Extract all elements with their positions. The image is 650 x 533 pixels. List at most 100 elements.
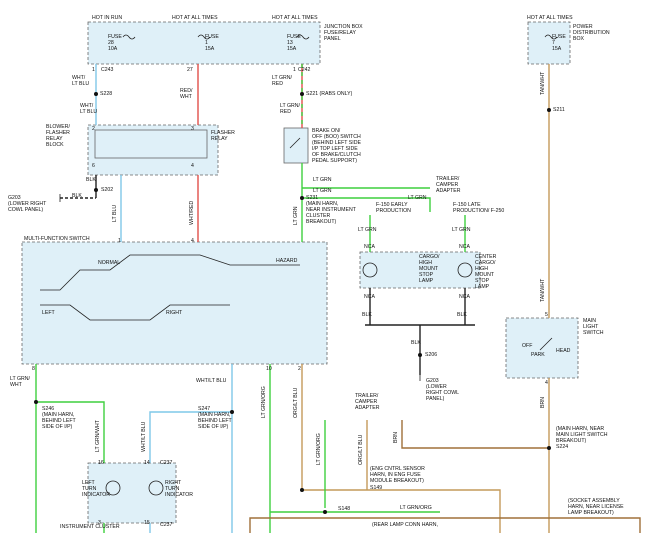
pin-1b-label: 1 xyxy=(293,67,296,73)
left-label: LEFT xyxy=(42,310,55,316)
wire-ltgrn-wht-label: LT GRN/ WHT xyxy=(10,376,30,388)
wire-ltgrn-org-v2-label: LT GRN/ORG xyxy=(316,433,322,465)
f150-early-label: F-150 EARLY PRODUCTION xyxy=(376,202,411,214)
rear-lamp-note: (REAR LAMP CONN HARN, xyxy=(372,522,438,528)
left-turn-label: LEFT TURN INDICATOR xyxy=(82,480,111,498)
fuse-13-label: FUSE 13 15A xyxy=(287,34,301,52)
boo-switch-label: BRAKE ON/ OFF (BOO) SWITCH (BEHIND LEFT … xyxy=(312,128,361,164)
s224-note: (MAIN HARN, NEAR MAIN LIGHT SWITCH BREAK… xyxy=(556,426,608,444)
park-label: PARK xyxy=(531,352,545,358)
wire-brn-v2-label: BRN xyxy=(393,432,399,443)
hot-all-times-label-1: HOT AT ALL TIMES xyxy=(172,15,218,21)
flasher-relay-label: FLASHER RELAY xyxy=(211,130,235,142)
fuse-28-label: FUSE 28 10A xyxy=(108,34,122,52)
splice-s149 xyxy=(300,488,304,492)
pin-2-label: 2 xyxy=(92,126,95,132)
s202-label: S202 xyxy=(101,187,114,193)
hazard-label: HAZARD xyxy=(276,258,298,264)
hot-all-times-label-2: HOT AT ALL TIMES xyxy=(272,15,318,21)
wire-wht-ltblu-v-label: WHT/LT BLU xyxy=(141,421,147,452)
right-label: RIGHT xyxy=(166,310,183,316)
wire-blk-4-label: BLK xyxy=(457,312,467,318)
c237-bot-label: C237 xyxy=(160,522,173,528)
mfs-title-label: MULTI-FUNCTION SWITCH xyxy=(24,236,90,242)
s149-label: S149 xyxy=(370,485,383,491)
flasher-relay-box xyxy=(94,129,208,159)
f150-late-label: F-150 LATE PRODUCTION/ F-250 xyxy=(453,202,505,214)
instrument-cluster-label: INSTRUMENT CLUSTER xyxy=(60,524,120,530)
pin-14-label: 14 xyxy=(144,460,150,466)
g203-label: G203 (LOWER RIGHT COWL PANEL) xyxy=(8,195,47,213)
c237-top-label: C237 xyxy=(160,460,173,466)
wire-lt-grn-2-label: LT GRN xyxy=(313,188,332,194)
s228-label: S228 xyxy=(100,91,113,97)
wire-tan-wht-1-label: TAN/WHT xyxy=(540,71,546,95)
trailer-adapter-2-label: TRAILER/ CAMPER ADAPTER xyxy=(355,393,380,411)
main-light-switch-label: MAIN LIGHT SWITCH xyxy=(583,318,604,336)
wire-wht-red-label: WHT/RED xyxy=(189,200,195,225)
wire-blk-2-label: BLK xyxy=(72,193,82,199)
nca-4-label: NCA xyxy=(459,294,470,300)
wire-wht-ltblu-3-label: WHT/LT BLU xyxy=(196,378,227,384)
cargo-lamp-2-label: CENTER CARGO/ HIGH MOUNT STOP LAMP xyxy=(475,254,497,290)
s211-label: S211 xyxy=(553,107,565,113)
wire-ltgrn-wht-v-label: LT GRN/WHT xyxy=(95,420,101,452)
wire-brn-trailer xyxy=(401,420,549,449)
pin-4b-label: 4 xyxy=(191,238,194,244)
splice-s228 xyxy=(94,92,98,96)
wire-blk-3-label: BLK xyxy=(362,312,372,318)
wire-blk-5-label: BLK xyxy=(411,340,421,346)
wire-org-ltblu-v-label: ORG/LT BLU xyxy=(293,387,299,418)
hot-all-times-label-3: HOT AT ALL TIMES xyxy=(527,15,573,21)
pin-6-label: 6 xyxy=(92,163,95,169)
junction-box xyxy=(87,21,321,65)
pin-8-label: 8 xyxy=(32,366,35,372)
splice-s202 xyxy=(94,188,98,192)
pin-10-label: 10 xyxy=(266,366,272,372)
wire-lt-grn-1-label: LT GRN xyxy=(313,177,332,183)
nca-1-label: NCA xyxy=(364,244,375,250)
wire-ltgrn-red-2-label: LT GRN/ RED xyxy=(280,103,300,115)
wire-lt-grn-3-label: LT GRN xyxy=(408,195,427,201)
pin-4-label: 4 xyxy=(191,163,194,169)
wire-blk-1-label: BLK xyxy=(86,177,96,183)
right-turn-label: RIGHT TURN INDICATOR xyxy=(165,480,194,498)
wire-wht-ltblu-2-label: WHT/ LT BLU xyxy=(80,103,98,115)
blower-relay-label: BLOWER/ FLASHER RELAY BLOCK xyxy=(46,124,70,148)
wiring-diagram: HOT IN RUN HOT AT ALL TIMES HOT AT ALL T… xyxy=(0,0,650,533)
s206-label: S206 xyxy=(425,352,438,358)
wire-lt-grn-5-label: LT GRN xyxy=(452,227,471,233)
boo-switch-box xyxy=(283,127,309,164)
pin-1c-label: 1 xyxy=(118,238,121,244)
splice-s211 xyxy=(547,108,551,112)
s247-note: S247 (MAIN HARN, BEHIND LEFT SIDE OF I/P… xyxy=(198,406,232,430)
pin-2b-label: 2 xyxy=(298,366,301,372)
wire-brn-bottom xyxy=(249,517,641,533)
eng-cntrl-note: (ENG CNTRL SENSOR HARN, IN ENG FUSE MODU… xyxy=(370,466,425,484)
s221-label: S221 (RABS ONLY) xyxy=(306,91,353,97)
fuse-7-label: FUSE 7 15A xyxy=(552,34,566,52)
splice-s206 xyxy=(418,353,422,357)
hot-in-run-label: HOT IN RUN xyxy=(92,15,123,21)
normal-label: NORMAL xyxy=(98,260,121,266)
wire-ltgrn-red-1-label: LT GRN/ RED xyxy=(272,75,292,87)
wire-ltgrn-org-h-label: LT GRN/ORG xyxy=(400,505,432,511)
pin-3-label: 3 xyxy=(191,126,194,132)
junction-box-label: JUNCTION BOX FUSE/RELAY PANEL xyxy=(324,24,363,42)
wire-lt-blu-label: LT BLU xyxy=(112,204,118,222)
wire-wht-ltblu-1-label: WHT/ LT BLU xyxy=(72,75,90,87)
pin-16-label: 16 xyxy=(98,460,104,466)
s231-note: (MAIN HARN, NEAR INSTRUMENT CLUSTER BREA… xyxy=(306,201,356,225)
wire-org-ltblu-v2-label: ORG/LT BLU xyxy=(358,434,364,465)
s246-note: S246 (MAIN HARN, BEHIND LEFT SIDE OF I/P… xyxy=(42,406,76,430)
splice-s148 xyxy=(323,510,327,514)
wire-layer xyxy=(21,21,641,533)
splice-s231 xyxy=(300,196,304,200)
pin-1-label: 1 xyxy=(92,67,95,73)
head-label: HEAD xyxy=(556,348,571,354)
nca-2-label: NCA xyxy=(459,244,470,250)
s148-label: S148 xyxy=(338,506,351,512)
c242-label: C242 xyxy=(298,67,311,73)
socket-assembly-note: (SOCKET ASSEMBLY HARN, NEAR LICENSE LAMP… xyxy=(568,498,624,516)
splice-s224 xyxy=(547,446,551,450)
